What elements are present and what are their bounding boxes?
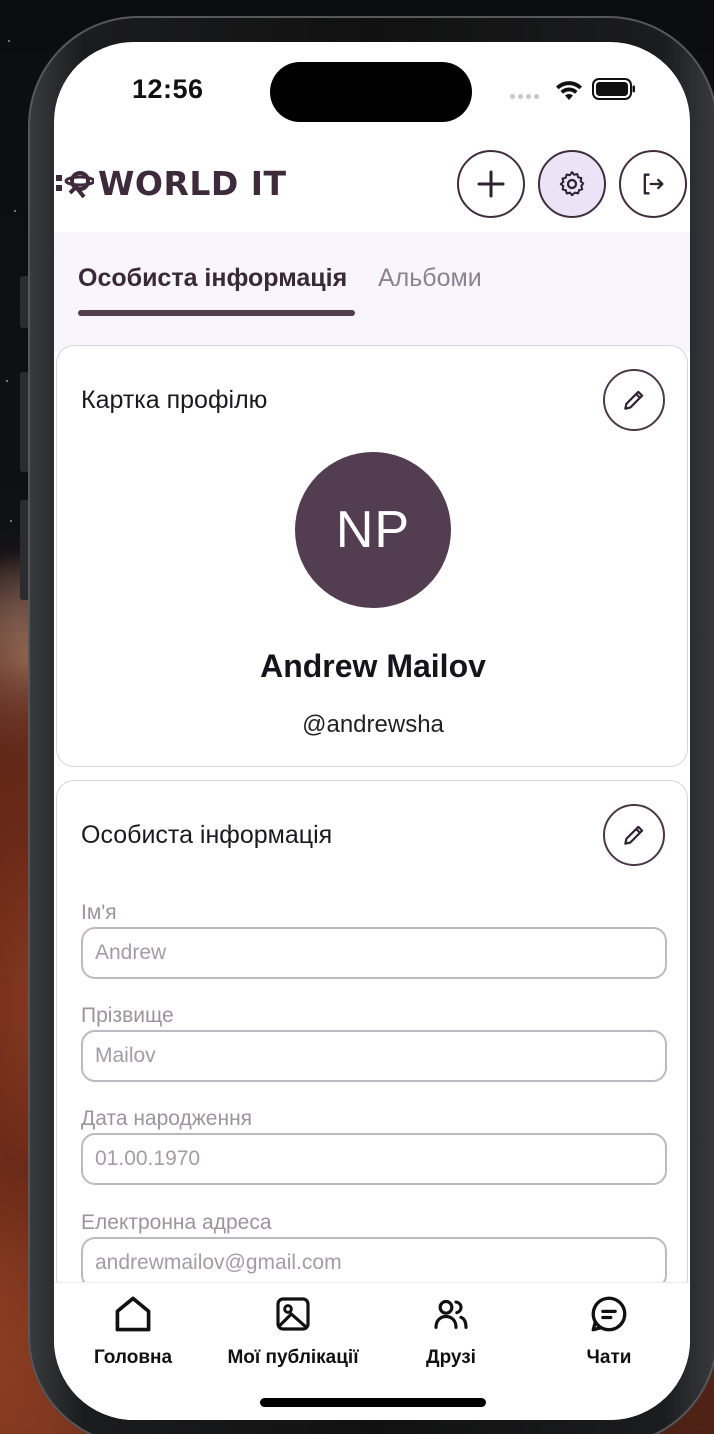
gear-icon xyxy=(559,171,585,197)
app-screen: 12:56 WORLD IT Особиста інформація Альбо… xyxy=(54,42,690,1420)
profile-name: Andrew Mailov xyxy=(260,648,486,684)
nav-item-chats[interactable]: Чати xyxy=(570,1291,648,1369)
profile-card: Картка профілю NP Andrew Mailov @andrews… xyxy=(56,345,688,767)
plus-icon xyxy=(477,170,505,198)
home-icon xyxy=(115,1296,151,1332)
nav-label-chats: Чати xyxy=(586,1347,632,1368)
image-icon xyxy=(276,1297,310,1331)
tab-albums[interactable]: Альбоми xyxy=(378,264,482,293)
pencil-icon xyxy=(624,825,644,845)
personal-info-card: Особиста інформація Ім'я Andrew Прізвище… xyxy=(56,780,688,1340)
tab-active-indicator xyxy=(78,310,355,316)
nav-item-friends[interactable]: Друзі xyxy=(412,1291,490,1369)
personal-info-title: Особиста інформація xyxy=(81,821,333,849)
status-time: 12:56 xyxy=(132,74,204,104)
logout-icon xyxy=(643,173,664,195)
logo-runner-icon xyxy=(56,170,94,198)
edit-profile-card-button[interactable] xyxy=(603,369,665,431)
app-logo[interactable]: WORLD IT xyxy=(54,164,287,203)
nav-item-my-posts[interactable]: Мої публікації xyxy=(220,1291,366,1369)
edit-personal-info-button[interactable] xyxy=(603,804,665,866)
birth-date-label: Дата народження xyxy=(81,1107,253,1130)
friends-icon xyxy=(434,1299,468,1329)
wifi-icon xyxy=(556,81,582,100)
birth-date-field[interactable]: 01.00.1970 xyxy=(81,1133,667,1185)
signal-icon xyxy=(510,94,539,99)
first-name-label: Ім'я xyxy=(81,901,117,924)
last-name-field[interactable]: Mailov xyxy=(81,1030,667,1082)
logo-text: WORLD IT xyxy=(98,164,287,203)
last-name-label: Прізвище xyxy=(81,1004,174,1027)
profile-card-title: Картка профілю xyxy=(81,386,268,414)
home-indicator xyxy=(260,1398,486,1407)
nav-label-my-posts: Мої публікації xyxy=(227,1347,359,1368)
dynamic-island xyxy=(270,62,472,122)
pencil-icon xyxy=(624,390,644,410)
settings-button[interactable] xyxy=(538,150,606,218)
chat-icon xyxy=(591,1296,627,1332)
add-post-button[interactable] xyxy=(457,150,525,218)
nav-item-home[interactable]: Головна xyxy=(92,1291,174,1369)
first-name-field[interactable]: Andrew xyxy=(81,927,667,979)
nav-label-friends: Друзі xyxy=(426,1347,476,1368)
battery-icon xyxy=(592,78,635,100)
profile-handle: @andrewsha xyxy=(302,711,444,738)
nav-label-home: Головна xyxy=(93,1347,173,1368)
bottom-nav: Головна Мої публікації Друзі Чати xyxy=(54,1282,690,1420)
avatar[interactable]: NP xyxy=(295,452,451,608)
logout-button[interactable] xyxy=(619,150,687,218)
email-label: Електронна адреса xyxy=(81,1211,272,1234)
tab-personal-info[interactable]: Особиста інформація xyxy=(78,264,347,293)
